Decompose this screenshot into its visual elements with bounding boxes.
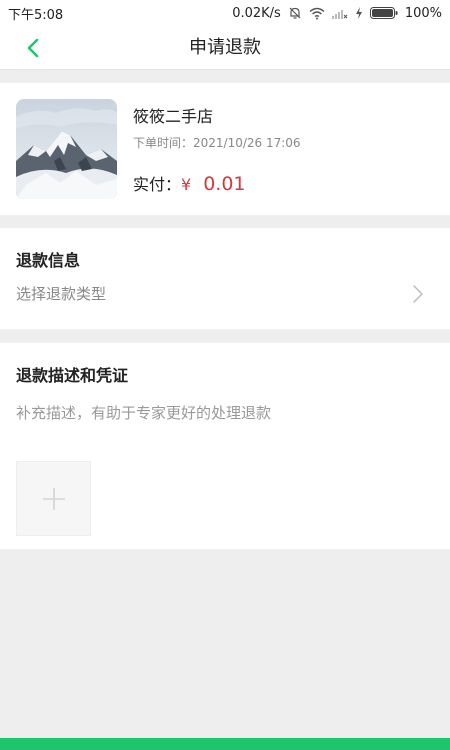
shop-name: 筱筱二手店: [133, 107, 214, 126]
product-image: [16, 99, 117, 199]
refund-info-section: 退款信息 选择退款类型: [0, 228, 450, 329]
paid-amount: 0.01: [203, 173, 246, 195]
order-time: 下单时间：2021/10/26 17:06: [133, 136, 301, 150]
refund-type-selector[interactable]: 选择退款类型: [0, 276, 450, 312]
battery-percent: 100%: [404, 5, 442, 21]
bottom-action-bar[interactable]: [0, 738, 450, 750]
wifi-icon: [309, 7, 325, 20]
mute-bell-icon: [288, 6, 302, 20]
refund-description-title: 退款描述和凭证: [16, 366, 129, 385]
order-summary-card: 筱筱二手店 下单时间：2021/10/26 17:06 实付： ¥ 0.01: [0, 83, 450, 215]
paid-label: 实付：: [133, 175, 182, 194]
status-indicators: 0.02K/s 100%: [232, 6, 442, 21]
status-time: 下午5:08: [8, 7, 64, 23]
page-title: 申请退款: [189, 37, 261, 58]
nav-bar: 申请退款: [0, 26, 450, 70]
status-bar: 下午5:08 0.02K/s 100%: [0, 0, 450, 26]
paid-currency: ¥: [181, 175, 192, 194]
refund-info-title: 退款信息: [16, 251, 81, 270]
refund-type-placeholder: 选择退款类型: [16, 285, 107, 303]
network-speed: 0.02K/s: [232, 5, 281, 21]
battery-icon: [369, 7, 398, 19]
add-photo-button[interactable]: [16, 461, 91, 536]
signal-icon: [331, 7, 348, 19]
refund-description-input[interactable]: 补充描述，有助于专家更好的处理退款: [16, 402, 436, 426]
charging-icon: [355, 7, 363, 19]
plus-icon: [42, 487, 65, 510]
paid-amount-row: 实付： ¥ 0.01: [133, 171, 246, 195]
refund-description-section: 退款描述和凭证 补充描述，有助于专家更好的处理退款: [0, 343, 450, 549]
chevron-right-icon: [413, 285, 423, 303]
